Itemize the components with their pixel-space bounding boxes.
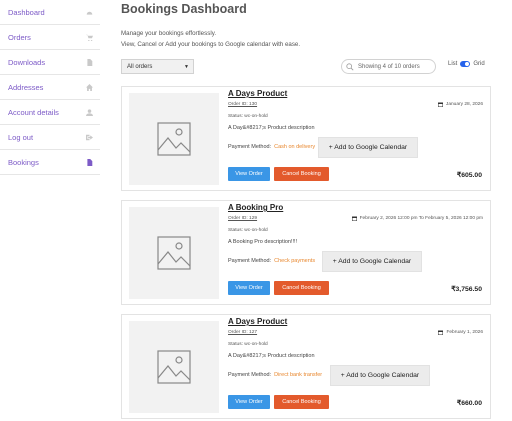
booking-date: February 2, 2026 12:00 pm To February 5,… (351, 216, 483, 221)
sidebar-item-label: Downloads (8, 57, 46, 67)
view-order-button[interactable]: View Order (228, 281, 270, 295)
add-to-google-calendar-button[interactable]: + Add to Google Calendar (322, 251, 422, 272)
view-toggle-switch[interactable] (460, 61, 471, 67)
booking-title-link[interactable]: A Booking Pro (228, 203, 283, 212)
calendar-icon (438, 330, 444, 335)
booking-description: A Booking Pro description!!!! (228, 239, 298, 245)
logout-icon (86, 134, 93, 141)
cart-icon (86, 34, 93, 41)
payment-method-value: Direct bank transfer (274, 372, 323, 378)
search-icon (346, 63, 354, 71)
filter-selected-value: All orders (127, 63, 153, 70)
payment-method: Payment Method: Direct bank transfer (228, 372, 322, 378)
user-icon (86, 108, 93, 116)
image-placeholder-icon (157, 236, 191, 270)
booking-card: A Booking Pro Order ID: 129 February 2, … (121, 200, 491, 305)
sidebar-item-label: Account details (8, 107, 59, 117)
view-order-button[interactable]: View Order (228, 395, 270, 409)
view-list-label: List (448, 61, 458, 67)
sidebar-item-label: Addresses (8, 82, 44, 92)
order-filter-select[interactable]: All orders ▼ (121, 59, 194, 74)
product-image-placeholder (129, 207, 219, 299)
home-icon (86, 83, 93, 91)
intro-line: View, Cancel or Add your bookings to Goo… (121, 41, 301, 48)
booking-date-text: February 2, 2026 12:00 pm To February 5,… (359, 216, 483, 221)
image-placeholder-icon (157, 122, 191, 156)
sidebar-item-downloads[interactable]: Downloads (0, 50, 100, 75)
view-order-button[interactable]: View Order (228, 167, 270, 181)
booking-price: ₹3,756.50 (451, 286, 482, 293)
cancel-booking-button[interactable]: Cancel Booking (274, 167, 329, 181)
booking-price: ₹605.00 (456, 172, 482, 179)
calendar-icon (351, 216, 357, 221)
document-icon (86, 158, 93, 166)
calendar-icon (437, 102, 443, 107)
payment-method: Payment Method: Cash on delivery (228, 144, 315, 150)
payment-label: Payment Method: (228, 258, 272, 264)
sidebar-item-label: Dashboard (8, 7, 45, 17)
booking-description: A Day&#8217;s Product description (228, 125, 315, 131)
sidebar-item-account-details[interactable]: Account details (0, 100, 100, 125)
product-image-placeholder (129, 321, 219, 413)
sidebar-item-bookings[interactable]: Bookings (0, 150, 100, 175)
view-toggle: List Grid (448, 61, 485, 67)
payment-label: Payment Method: (228, 144, 272, 150)
sidebar-item-label: Orders (8, 32, 31, 42)
order-id-link[interactable]: Order ID: 130 (228, 102, 257, 107)
cancel-booking-button[interactable]: Cancel Booking (274, 395, 329, 409)
payment-method: Payment Method: Check payments (228, 258, 315, 264)
search-placeholder: Showing 4 of 10 orders (358, 63, 420, 70)
booking-description: A Day&#8217;s Product description (228, 353, 315, 359)
booking-title-link[interactable]: A Days Product (228, 89, 287, 98)
intro-text: Manage your bookings effortlessly. View,… (121, 28, 300, 50)
booking-date-text: January 28, 2026 (445, 102, 483, 107)
booking-date-text: February 1, 2026 (446, 330, 483, 335)
view-grid-label: Grid (473, 61, 485, 67)
add-to-google-calendar-button[interactable]: + Add to Google Calendar (318, 137, 418, 158)
booking-status: Status: wc-on-hold (228, 114, 268, 119)
chevron-down-icon: ▼ (184, 64, 189, 70)
booking-title-link[interactable]: A Days Product (228, 317, 287, 326)
file-icon (86, 58, 93, 66)
payment-method-value: Cash on delivery (274, 144, 316, 150)
sidebar-item-addresses[interactable]: Addresses (0, 75, 100, 100)
booking-date: January 28, 2026 (437, 102, 483, 107)
search-input[interactable]: Showing 4 of 10 orders (341, 59, 436, 74)
payment-method-value: Check payments (274, 258, 316, 264)
booking-card: A Days Product Order ID: 130 January 28,… (121, 86, 491, 191)
order-id-link[interactable]: Order ID: 129 (228, 216, 257, 221)
add-to-google-calendar-button[interactable]: + Add to Google Calendar (330, 365, 430, 386)
payment-label: Payment Method: (228, 372, 272, 378)
account-sidebar: Dashboard Orders Downloads Addresses Acc… (0, 0, 100, 175)
page-title: Bookings Dashboard (121, 2, 247, 16)
booking-status: Status: wc-on-hold (228, 342, 268, 347)
booking-card: A Days Product Order ID: 127 February 1,… (121, 314, 491, 419)
sidebar-item-label: Log out (8, 132, 34, 142)
sidebar-item-orders[interactable]: Orders (0, 25, 100, 50)
product-image-placeholder (129, 93, 219, 185)
cancel-booking-button[interactable]: Cancel Booking (274, 281, 329, 295)
image-placeholder-icon (157, 350, 191, 384)
sidebar-item-label: Bookings (8, 157, 39, 167)
booking-status: Status: wc-on-hold (228, 228, 268, 233)
sidebar-item-dashboard[interactable]: Dashboard (0, 0, 100, 25)
booking-price: ₹660.00 (456, 400, 482, 407)
booking-date: February 1, 2026 (438, 330, 483, 335)
intro-line: Manage your bookings effortlessly. (121, 30, 217, 37)
order-id-link[interactable]: Order ID: 127 (228, 330, 257, 335)
gauge-icon (86, 9, 93, 16)
sidebar-item-logout[interactable]: Log out (0, 125, 100, 150)
